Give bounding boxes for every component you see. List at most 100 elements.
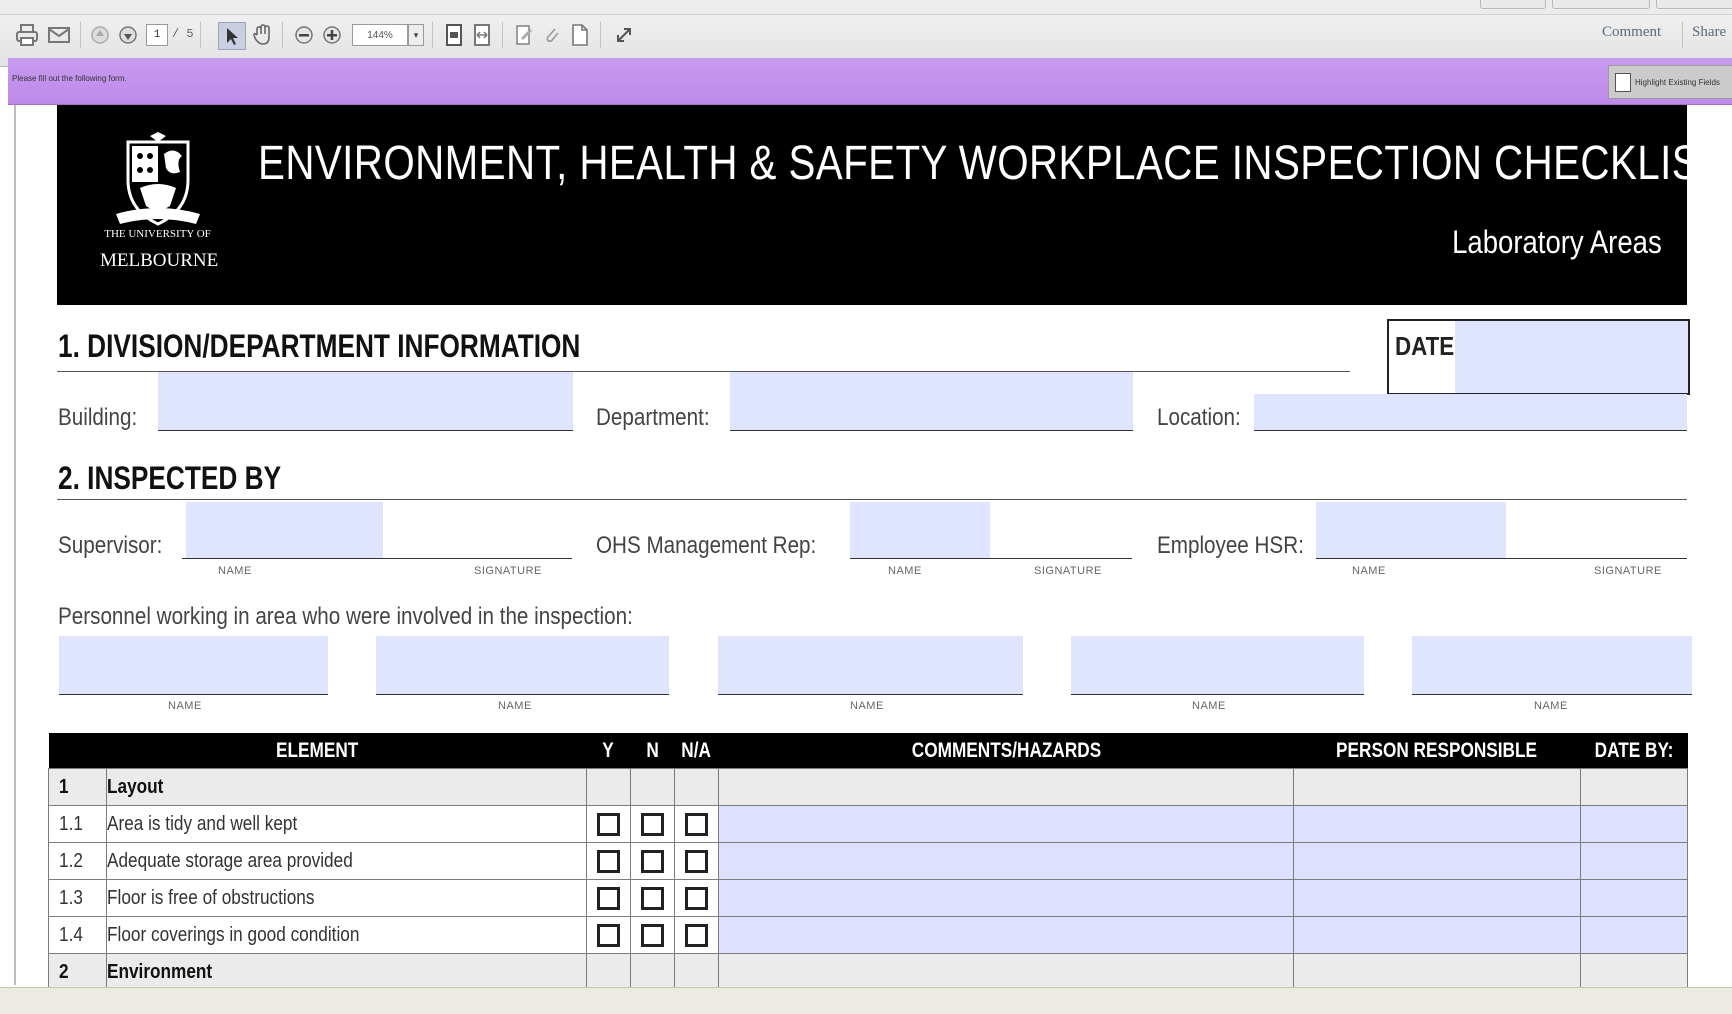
ohs-rep-name-caption: NAME [888,565,922,577]
row-element-text: Layout [106,768,587,806]
previous-page-icon[interactable] [88,22,112,48]
toolbar-separator [432,22,433,48]
date-by-input[interactable] [1580,916,1688,954]
yes-checkbox[interactable] [597,849,620,873]
personnel-underline-4 [1071,694,1364,695]
yes-checkbox[interactable] [597,812,620,836]
zoom-out-icon[interactable] [292,22,316,48]
row-element-text: Area is tidy and well kept [106,805,587,843]
fit-width-icon[interactable] [470,22,494,48]
yes-checkbox-cell [586,879,631,917]
yes-checkbox[interactable] [597,886,620,910]
supervisor-signature-caption: SIGNATURE [474,565,542,577]
inspection-checklist-table: ELEMENT Y N N/A COMMENTS/HAZARDS PERSON … [48,733,1688,991]
employee-hsr-underline [1316,558,1687,559]
window-top-edge [0,0,1732,15]
personnel-name-caption-1: NAME [168,700,202,712]
na-checkbox[interactable] [685,812,708,836]
fit-page-icon[interactable] [442,22,466,48]
person-responsible-input[interactable] [1293,842,1581,880]
highlight-fields-button[interactable]: Highlight Existing Fields [1608,65,1732,99]
document-header [57,105,1687,305]
form-notification-bar: Please fill out the following form. High… [8,58,1732,105]
print-icon[interactable] [14,22,40,48]
row-number: 1.1 [48,805,107,843]
empty-cell [1580,953,1688,991]
empty-cell [718,768,1294,806]
window-minimize-button[interactable] [1480,0,1546,9]
personnel-name-caption-2: NAME [498,700,532,712]
row-element-text: Floor is free of obstructions [106,879,587,917]
comments-input[interactable] [718,879,1294,917]
window-maximize-button[interactable] [1552,0,1650,9]
comments-input[interactable] [718,805,1294,843]
employee-hsr-signature-caption: SIGNATURE [1594,565,1662,577]
date-by-input[interactable] [1580,805,1688,843]
no-checkbox-cell [630,805,675,843]
share-button[interactable]: Share [1692,24,1726,41]
supervisor-name-input[interactable] [186,502,383,558]
person-responsible-input[interactable] [1293,879,1581,917]
toolbar-separator [282,22,283,48]
department-input[interactable] [730,372,1133,430]
personnel-underline-1 [59,694,328,695]
row-number: 1.3 [48,879,107,917]
building-label: Building: [58,404,138,431]
no-checkbox[interactable] [641,849,664,873]
column-header-date-by: DATE BY: [1580,733,1688,769]
employee-hsr-name-input[interactable] [1316,502,1506,558]
date-by-input[interactable] [1580,842,1688,880]
date-by-input[interactable] [1580,879,1688,917]
person-responsible-input[interactable] [1293,916,1581,954]
empty-cell [630,768,675,806]
building-underline [158,430,573,431]
person-responsible-input[interactable] [1293,805,1581,843]
comments-input[interactable] [718,916,1294,954]
window-close-button[interactable] [1656,0,1732,9]
email-icon[interactable] [46,22,72,48]
date-input[interactable] [1455,321,1688,393]
no-checkbox[interactable] [641,923,664,947]
yes-checkbox[interactable] [597,923,620,947]
building-input[interactable] [158,372,573,430]
toolbar-separator [200,22,201,48]
page-number-input[interactable]: 1 [146,24,168,46]
comment-button[interactable]: Comment [1602,24,1661,41]
na-checkbox[interactable] [685,886,708,910]
zoom-in-icon[interactable] [320,22,344,48]
no-checkbox[interactable] [641,886,664,910]
na-checkbox-cell [674,805,719,843]
zoom-level-field[interactable]: 144% [352,24,408,46]
empty-cell [674,768,719,806]
personnel-name-input-4[interactable] [1071,636,1364,694]
personnel-name-input-5[interactable] [1412,636,1692,694]
na-checkbox[interactable] [685,849,708,873]
ohs-rep-name-input[interactable] [850,502,990,558]
table-row: 1.3 Floor is free of obstructions [48,879,1688,917]
row-number: 1 [48,768,107,806]
location-input[interactable] [1254,394,1687,430]
comments-input[interactable] [718,842,1294,880]
personnel-name-input-1[interactable] [59,636,328,694]
expand-icon[interactable] [612,22,636,48]
supervisor-underline [182,558,572,559]
location-underline [1254,430,1687,431]
zoom-dropdown-chevron-icon[interactable]: ▾ [408,24,424,46]
personnel-name-input-3[interactable] [718,636,1023,694]
column-header-comments: COMMENTS/HAZARDS [718,733,1294,769]
select-tool-icon[interactable] [218,22,246,50]
no-checkbox-cell [630,879,675,917]
personnel-name-input-2[interactable] [376,636,669,694]
page-total: / 5 [172,27,194,41]
export-document-icon[interactable] [568,22,592,48]
attach-icon[interactable] [540,22,564,48]
row-number: 1.4 [48,916,107,954]
hand-tool-icon[interactable] [250,22,274,48]
table-category-row: 2 Environment [48,953,1688,991]
yes-checkbox-cell [586,842,631,880]
row-number: 1.2 [48,842,107,880]
next-page-icon[interactable] [116,22,140,48]
sign-document-icon[interactable] [512,22,536,48]
na-checkbox[interactable] [685,923,708,947]
no-checkbox[interactable] [641,812,664,836]
